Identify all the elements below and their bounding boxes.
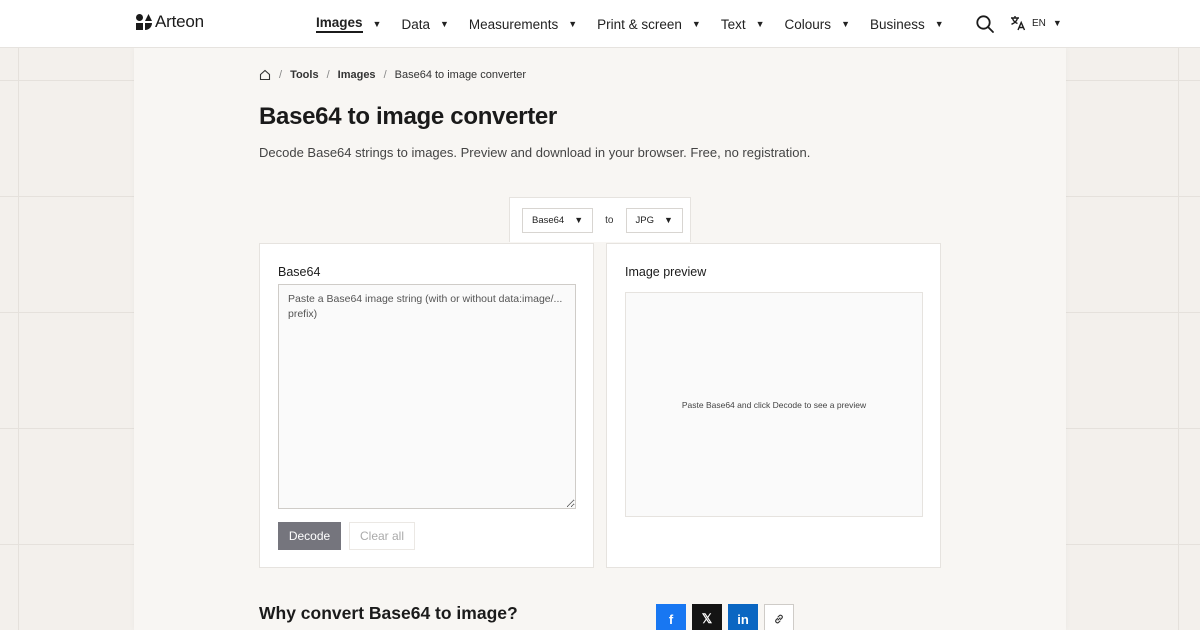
caret-down-icon: ▼ [755, 19, 765, 29]
input-card: Base64 Decode Clear all [259, 243, 594, 568]
format-selector: Base64 ▼ to JPG ▼ [509, 197, 691, 242]
nav-label: Text [720, 16, 746, 32]
nav-item-data[interactable]: Data ▼ [401, 0, 448, 48]
breadcrumb-tools[interactable]: Tools [290, 69, 319, 81]
share-buttons: f 𝕏 in [656, 604, 794, 630]
breadcrumb-separator: / [279, 69, 283, 81]
caret-down-icon: ▼ [841, 19, 850, 29]
preview-card: Image preview Paste Base64 and click Dec… [606, 243, 941, 568]
nav-label: Colours [784, 16, 832, 32]
logo-icon [136, 14, 152, 30]
nav-label: Measurements [468, 16, 559, 32]
caret-down-icon: ▼ [663, 215, 673, 225]
language-code: EN [1032, 17, 1046, 29]
caret-down-icon: ▼ [1052, 18, 1062, 28]
nav-label: Print & screen [597, 16, 682, 32]
why-section-title: Why convert Base64 to image? [259, 603, 518, 623]
from-format-value: Base64 [532, 214, 565, 226]
x-icon: 𝕏 [701, 611, 713, 626]
translate-icon [1011, 16, 1026, 31]
nav-item-images[interactable]: Images ▼ [316, 0, 381, 48]
share-facebook-button[interactable]: f [656, 604, 686, 630]
share-linkedin-button[interactable]: in [728, 604, 758, 630]
page-subtitle: Decode Base64 strings to images. Preview… [259, 145, 811, 160]
nav-item-colours[interactable]: Colours ▼ [785, 0, 850, 48]
nav-item-measurements[interactable]: Measurements ▼ [469, 0, 577, 48]
image-preview-area: Paste Base64 and click Decode to see a p… [625, 292, 923, 517]
logo[interactable]: Arteon [136, 12, 204, 32]
from-format-select[interactable]: Base64 ▼ [522, 207, 594, 233]
language-selector[interactable]: EN ▼ [1009, 14, 1062, 32]
top-navigation-bar: Arteon Images ▼ Data ▼ Measurements ▼ Pr… [0, 0, 1200, 48]
copy-link-button[interactable] [764, 604, 794, 630]
caret-down-icon: ▼ [574, 215, 584, 225]
page-title: Base64 to image converter [259, 103, 557, 130]
linkedin-icon: in [737, 611, 749, 627]
breadcrumb-images[interactable]: Images [338, 69, 376, 81]
caret-down-icon: ▼ [568, 19, 578, 29]
brand-name: Arteon [155, 12, 204, 31]
breadcrumb-separator: / [383, 69, 387, 81]
breadcrumb-separator: / [326, 69, 330, 81]
preview-label: Image preview [625, 265, 707, 279]
to-format-value: JPG [635, 214, 654, 226]
caret-down-icon: ▼ [439, 19, 449, 29]
to-label: to [605, 214, 614, 226]
caret-down-icon: ▼ [372, 19, 382, 29]
base64-input[interactable] [278, 284, 576, 509]
caret-down-icon: ▼ [691, 19, 701, 29]
clear-all-button[interactable]: Clear all [349, 522, 415, 550]
nav-label: Business [869, 16, 925, 32]
nav-label: Data [401, 16, 430, 32]
link-icon [775, 614, 783, 624]
breadcrumb: / Tools / Images / Base64 to image conve… [259, 69, 526, 81]
input-label: Base64 [278, 265, 321, 279]
breadcrumb-current: Base64 to image converter [394, 69, 527, 81]
home-icon[interactable] [259, 69, 271, 81]
preview-empty-text: Paste Base64 and click Decode to see a p… [681, 399, 867, 410]
caret-down-icon: ▼ [934, 19, 944, 29]
to-format-select[interactable]: JPG ▼ [625, 207, 683, 233]
nav-item-business[interactable]: Business ▼ [870, 0, 944, 48]
nav-item-text[interactable]: Text ▼ [721, 0, 765, 48]
facebook-icon: f [668, 611, 674, 627]
nav-item-print-screen[interactable]: Print & screen ▼ [597, 0, 701, 48]
nav-label: Images [316, 15, 363, 33]
search-icon [976, 15, 994, 33]
decode-button[interactable]: Decode [278, 522, 341, 550]
share-x-button[interactable]: 𝕏 [692, 604, 722, 630]
search-button[interactable] [975, 14, 995, 34]
main-nav: Images ▼ Data ▼ Measurements ▼ Print & s… [316, 0, 944, 48]
